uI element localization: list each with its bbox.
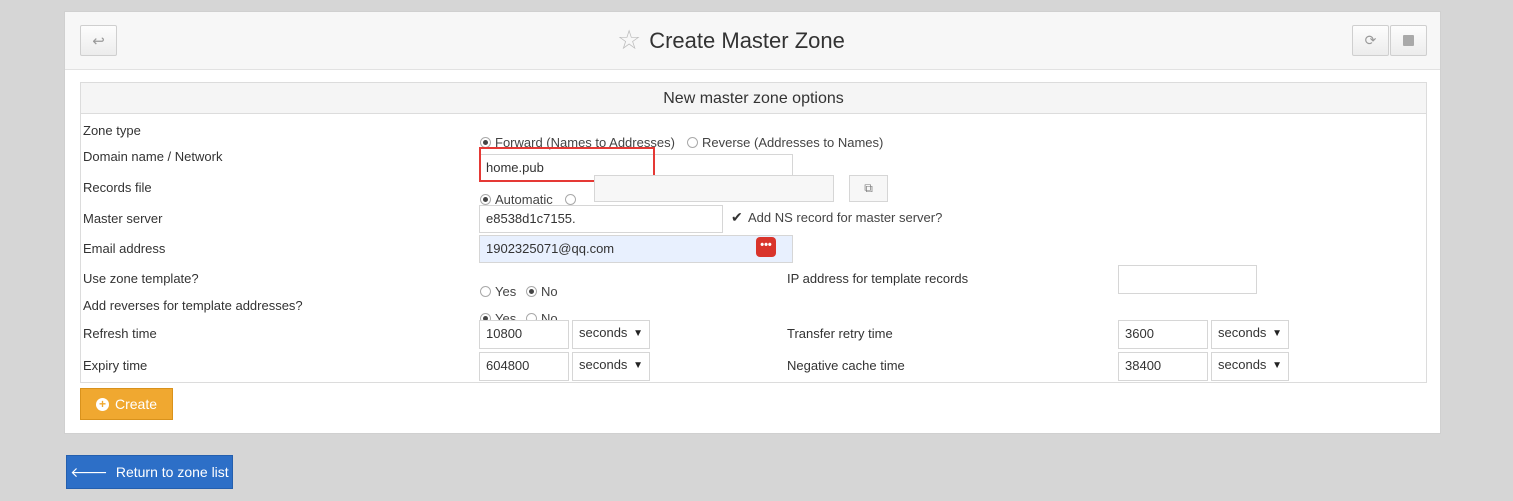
expiry-time-input[interactable]: 604800 xyxy=(479,352,569,381)
records-file-label: Records file xyxy=(83,180,152,195)
dropdown-arrow-icon: ▼ xyxy=(1272,328,1282,339)
stop-icon xyxy=(1403,35,1414,46)
page-title-text: Create Master Zone xyxy=(649,27,845,53)
expiry-time-unit-value: seconds xyxy=(579,357,628,372)
file-chooser-button[interactable]: ⧉ xyxy=(849,175,888,202)
use-template-no-radio[interactable] xyxy=(526,286,537,297)
expiry-time-unit-select[interactable]: seconds ▼ xyxy=(572,352,650,381)
email-input[interactable]: 1902325071@qq.com xyxy=(479,235,793,263)
use-template-label: Use zone template? xyxy=(83,271,199,286)
zone-type-reverse-label[interactable]: Reverse (Addresses to Names) xyxy=(702,135,883,150)
negative-cache-label: Negative cache time xyxy=(787,358,905,373)
template-ip-label: IP address for template records xyxy=(787,271,969,286)
add-ns-label: Add NS record for master server? xyxy=(748,210,943,225)
negative-cache-unit-value: seconds xyxy=(1218,357,1267,372)
use-template-yes-label[interactable]: Yes xyxy=(495,284,516,299)
stop-button[interactable] xyxy=(1390,25,1427,56)
create-button[interactable]: + Create xyxy=(80,388,173,420)
back-button[interactable]: ↩ xyxy=(80,25,117,56)
refresh-time-unit-value: seconds xyxy=(579,325,628,340)
records-automatic-radio[interactable] xyxy=(480,194,491,205)
main-panel: ↩ ☆ Create Master Zone ⟳ New master zone… xyxy=(64,11,1441,434)
return-button-label: Return to zone list xyxy=(115,464,229,480)
return-to-zone-list-button[interactable]: 🡐 Return to zone list xyxy=(66,455,233,489)
refresh-time-input[interactable]: 10800 xyxy=(479,320,569,349)
add-ns-checkbox[interactable]: ✔ xyxy=(731,210,744,224)
section-title: New master zone options xyxy=(81,83,1426,114)
domain-label: Domain name / Network xyxy=(83,149,223,164)
refresh-icon: ⟳ xyxy=(1364,32,1377,48)
dropdown-arrow-icon: ▼ xyxy=(1272,360,1282,371)
refresh-time-unit-select[interactable]: seconds ▼ xyxy=(572,320,650,349)
zone-type-label: Zone type xyxy=(83,123,141,138)
negative-cache-input[interactable]: 38400 xyxy=(1118,352,1208,381)
add-reverses-label: Add reverses for template addresses? xyxy=(83,298,303,313)
expiry-time-label: Expiry time xyxy=(83,358,148,373)
page-title: ☆ Create Master Zone xyxy=(617,27,845,54)
create-button-label: Create xyxy=(114,396,158,412)
transfer-retry-label: Transfer retry time xyxy=(787,326,893,341)
password-manager-icon[interactable]: ••• xyxy=(756,237,776,257)
template-ip-input[interactable] xyxy=(1118,265,1257,294)
star-icon[interactable]: ☆ xyxy=(617,27,641,54)
zone-type-reverse-radio[interactable] xyxy=(687,137,698,148)
plus-circle-icon: + xyxy=(95,397,109,411)
records-custom-radio[interactable] xyxy=(565,194,576,205)
arrow-left-icon: 🡐 xyxy=(70,463,108,480)
negative-cache-unit-select[interactable]: seconds ▼ xyxy=(1211,352,1289,381)
copy-icon: ⧉ xyxy=(864,181,873,195)
master-server-label: Master server xyxy=(83,211,163,226)
transfer-retry-input[interactable]: 3600 xyxy=(1118,320,1208,349)
refresh-button[interactable]: ⟳ xyxy=(1352,25,1389,56)
email-label: Email address xyxy=(83,241,166,256)
use-template-no-label[interactable]: No xyxy=(541,284,558,299)
dropdown-arrow-icon: ▼ xyxy=(633,328,643,339)
return-arrow-icon: ↩ xyxy=(92,32,105,50)
transfer-retry-unit-select[interactable]: seconds ▼ xyxy=(1211,320,1289,349)
use-template-yes-radio[interactable] xyxy=(480,286,491,297)
master-server-input[interactable]: e8538d1c7155. xyxy=(479,205,723,233)
dropdown-arrow-icon: ▼ xyxy=(633,360,643,371)
records-file-input[interactable] xyxy=(594,175,834,202)
zone-options-table: New master zone options Zone type Forwar… xyxy=(80,82,1427,383)
panel-header: ↩ ☆ Create Master Zone ⟳ xyxy=(65,12,1440,70)
transfer-retry-unit-value: seconds xyxy=(1218,325,1267,340)
refresh-time-label: Refresh time xyxy=(83,326,157,341)
